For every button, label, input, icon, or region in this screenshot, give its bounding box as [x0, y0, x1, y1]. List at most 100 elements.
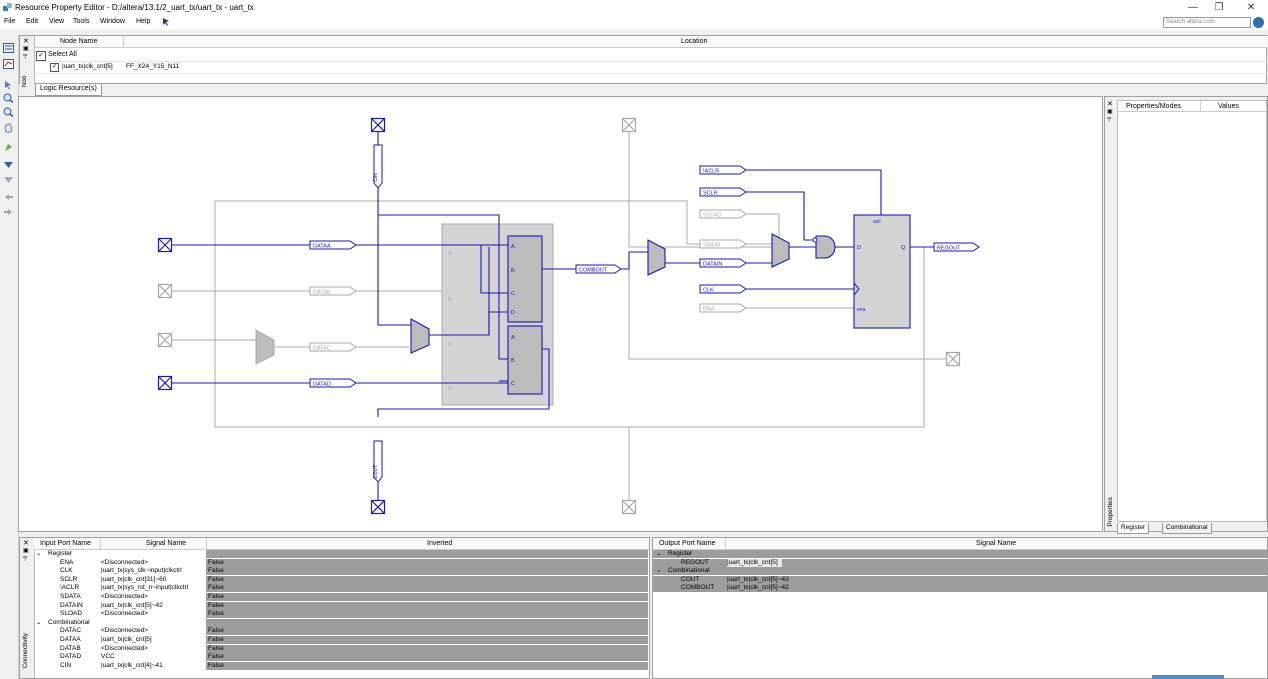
col-signal-name[interactable]: Signal Name	[146, 540, 186, 547]
group-row[interactable]: ⌄ Register	[653, 550, 1267, 558]
input-ports-header: Input Port Name Signal Name Inverted	[34, 538, 649, 550]
table-row[interactable]: COMBOUT |uart_tx|clk_cnt[5]~42	[653, 584, 1267, 593]
float-icon[interactable]: ▣	[23, 45, 29, 52]
group-row[interactable]: ⌄ Combinational	[653, 567, 1267, 576]
forward-arrow-icon[interactable]	[3, 207, 14, 217]
inverted-cell[interactable]: False	[206, 653, 648, 662]
menu-view[interactable]: View	[49, 18, 64, 25]
table-row[interactable]: DATAC <Disconnected> False	[34, 627, 649, 636]
ff-q-label: Q	[901, 245, 906, 251]
table-row[interactable]: DATAA |uart_tx|clk_cnt[5] False	[34, 636, 649, 644]
inverted-cell[interactable]: False	[206, 558, 648, 567]
highlight-icon[interactable]	[3, 142, 14, 152]
close-button[interactable]: ✕	[1240, 1, 1262, 14]
search-input[interactable]: Search altera.com	[1163, 17, 1251, 28]
menu-edit[interactable]: Edit	[26, 18, 38, 25]
table-row[interactable]: DATAD VCC False	[34, 653, 649, 662]
expand-down-icon[interactable]	[3, 160, 14, 170]
table-row[interactable]: SCLR |uart_tx|clk_cnt[31]~60 False	[34, 575, 649, 584]
column-divider	[1200, 101, 1201, 111]
mux-datain	[771, 233, 790, 268]
collapse-icon[interactable]	[3, 175, 14, 185]
tab-logic-resources[interactable]: Logic Resource(s)	[35, 84, 102, 96]
table-row[interactable]: REGOUT |uart_tx|clk_cnt[5]	[653, 558, 1267, 567]
inverted-cell[interactable]: False	[206, 661, 648, 670]
group-row[interactable]: ⌄ Register	[34, 550, 649, 558]
inverted-cell[interactable]: False	[206, 636, 648, 644]
col-output-port-name[interactable]: Output Port Name	[659, 540, 715, 547]
inverted-value: False	[208, 567, 224, 575]
menu-file[interactable]: File	[4, 18, 15, 25]
inverted-cell[interactable]: False	[206, 584, 648, 593]
inverted-cell[interactable]: False	[206, 575, 648, 584]
restore-button[interactable]: ❐	[1208, 1, 1230, 14]
tab-register[interactable]: Register	[1117, 523, 1150, 534]
node-list-icon[interactable]	[3, 43, 14, 53]
select-all-label: Select All	[48, 51, 77, 58]
float-icon[interactable]: ▣	[1107, 108, 1113, 115]
table-row[interactable]: COUT |uart_tx|clk_cnt[5]~43	[653, 575, 1267, 584]
menu-tools[interactable]: Tools	[73, 18, 89, 25]
cout-label: COUT	[373, 465, 379, 479]
menu-help[interactable]: Help	[136, 18, 150, 25]
minimize-button[interactable]: —	[1182, 1, 1204, 14]
chip-planner-icon[interactable]	[3, 59, 14, 69]
table-row[interactable]: CIN |uart_tx|clk_cnt[4]~41 False	[34, 661, 649, 670]
group-row[interactable]: ⌄ Combinational	[34, 618, 649, 627]
expand-chevron-icon[interactable]: ⌄	[656, 567, 661, 575]
col-values[interactable]: Values	[1218, 103, 1239, 110]
lut-outer-a: A	[448, 251, 452, 257]
zoom-in-icon[interactable]	[3, 93, 14, 103]
expand-chevron-icon[interactable]: ⌄	[36, 619, 41, 627]
menu-window[interactable]: Window	[100, 18, 125, 25]
expand-chevron-icon[interactable]: ⌄	[656, 550, 661, 558]
table-row[interactable]: !ACLR |uart_tx|sys_rst_n~input|clkctrl Fal…	[34, 584, 649, 593]
select-pointer-icon[interactable]	[3, 80, 14, 90]
globe-icon[interactable]	[1253, 17, 1264, 28]
select-all-checkbox[interactable]: ✓	[36, 51, 46, 61]
col-input-port-name[interactable]: Input Port Name	[40, 540, 91, 547]
tab-combinational[interactable]: Combinational	[1162, 523, 1212, 534]
col-node-name[interactable]: Node Name	[60, 38, 97, 45]
lut-outer-d: D	[448, 386, 452, 392]
table-row[interactable]: DATAB <Disconnected> False	[34, 644, 649, 653]
close-icon[interactable]: ✕	[1107, 100, 1113, 108]
schematic-canvas[interactable]: CIN COUT DATAA DATAB DATAC DATAD COMBOUT…	[18, 96, 1103, 532]
expand-chevron-icon[interactable]: ⌄	[36, 550, 41, 558]
signal-name: |uart_tx|sys_clk~input|clkctrl	[101, 567, 182, 575]
col-location[interactable]: Location	[681, 38, 707, 45]
inverted-cell[interactable]: False	[206, 601, 648, 610]
node-row[interactable]: ✓ |uart_tx|clk_cnt[5] FF_X24_Y15_N11	[35, 61, 1267, 74]
inverted-value: False	[208, 558, 224, 566]
signal-name: |uart_tx|clk_cnt[5]~43	[727, 575, 789, 583]
zoom-out-icon[interactable]	[3, 107, 14, 117]
inverted-cell[interactable]: False	[206, 627, 648, 636]
pin-icon[interactable]: ╤	[23, 53, 27, 59]
close-icon[interactable]: ✕	[23, 37, 29, 45]
back-arrow-icon[interactable]	[3, 192, 14, 202]
close-icon[interactable]: ✕	[23, 539, 29, 547]
table-row[interactable]: ENA <Disconnected> False	[34, 558, 649, 567]
node-row-checkbox[interactable]: ✓	[50, 63, 59, 72]
pin-icon[interactable]: ╤	[1107, 116, 1111, 122]
col-properties-modes[interactable]: Properties/Modes	[1126, 103, 1181, 110]
table-row[interactable]: SDATA <Disconnected> False	[34, 593, 649, 601]
float-icon[interactable]: ▣	[23, 547, 29, 554]
col-inverted[interactable]: Inverted	[427, 540, 452, 547]
col-signal-name[interactable]: Signal Name	[976, 540, 1016, 547]
table-row[interactable]: DATAIN |uart_tx|clk_cnt[5]~42 False	[34, 601, 649, 610]
column-divider	[206, 538, 207, 549]
port-name: COUT	[681, 575, 700, 583]
inverted-cell[interactable]: False	[206, 593, 648, 601]
inverted-cell[interactable]: False	[206, 644, 648, 653]
help-pointer-icon[interactable]	[162, 17, 171, 26]
table-row[interactable]: SLOAD <Disconnected> False	[34, 610, 649, 619]
pin-icon[interactable]: ╤	[23, 555, 27, 561]
inverted-value: False	[208, 636, 224, 643]
inverted-cell[interactable]: False	[206, 610, 648, 619]
table-row[interactable]: CLK |uart_tx|sys_clk~input|clkctrl False	[34, 567, 649, 576]
port-name: DATAIN	[60, 601, 83, 609]
inverted-value: False	[208, 575, 224, 583]
hand-pan-icon[interactable]	[3, 123, 14, 133]
inverted-cell[interactable]: False	[206, 567, 648, 576]
